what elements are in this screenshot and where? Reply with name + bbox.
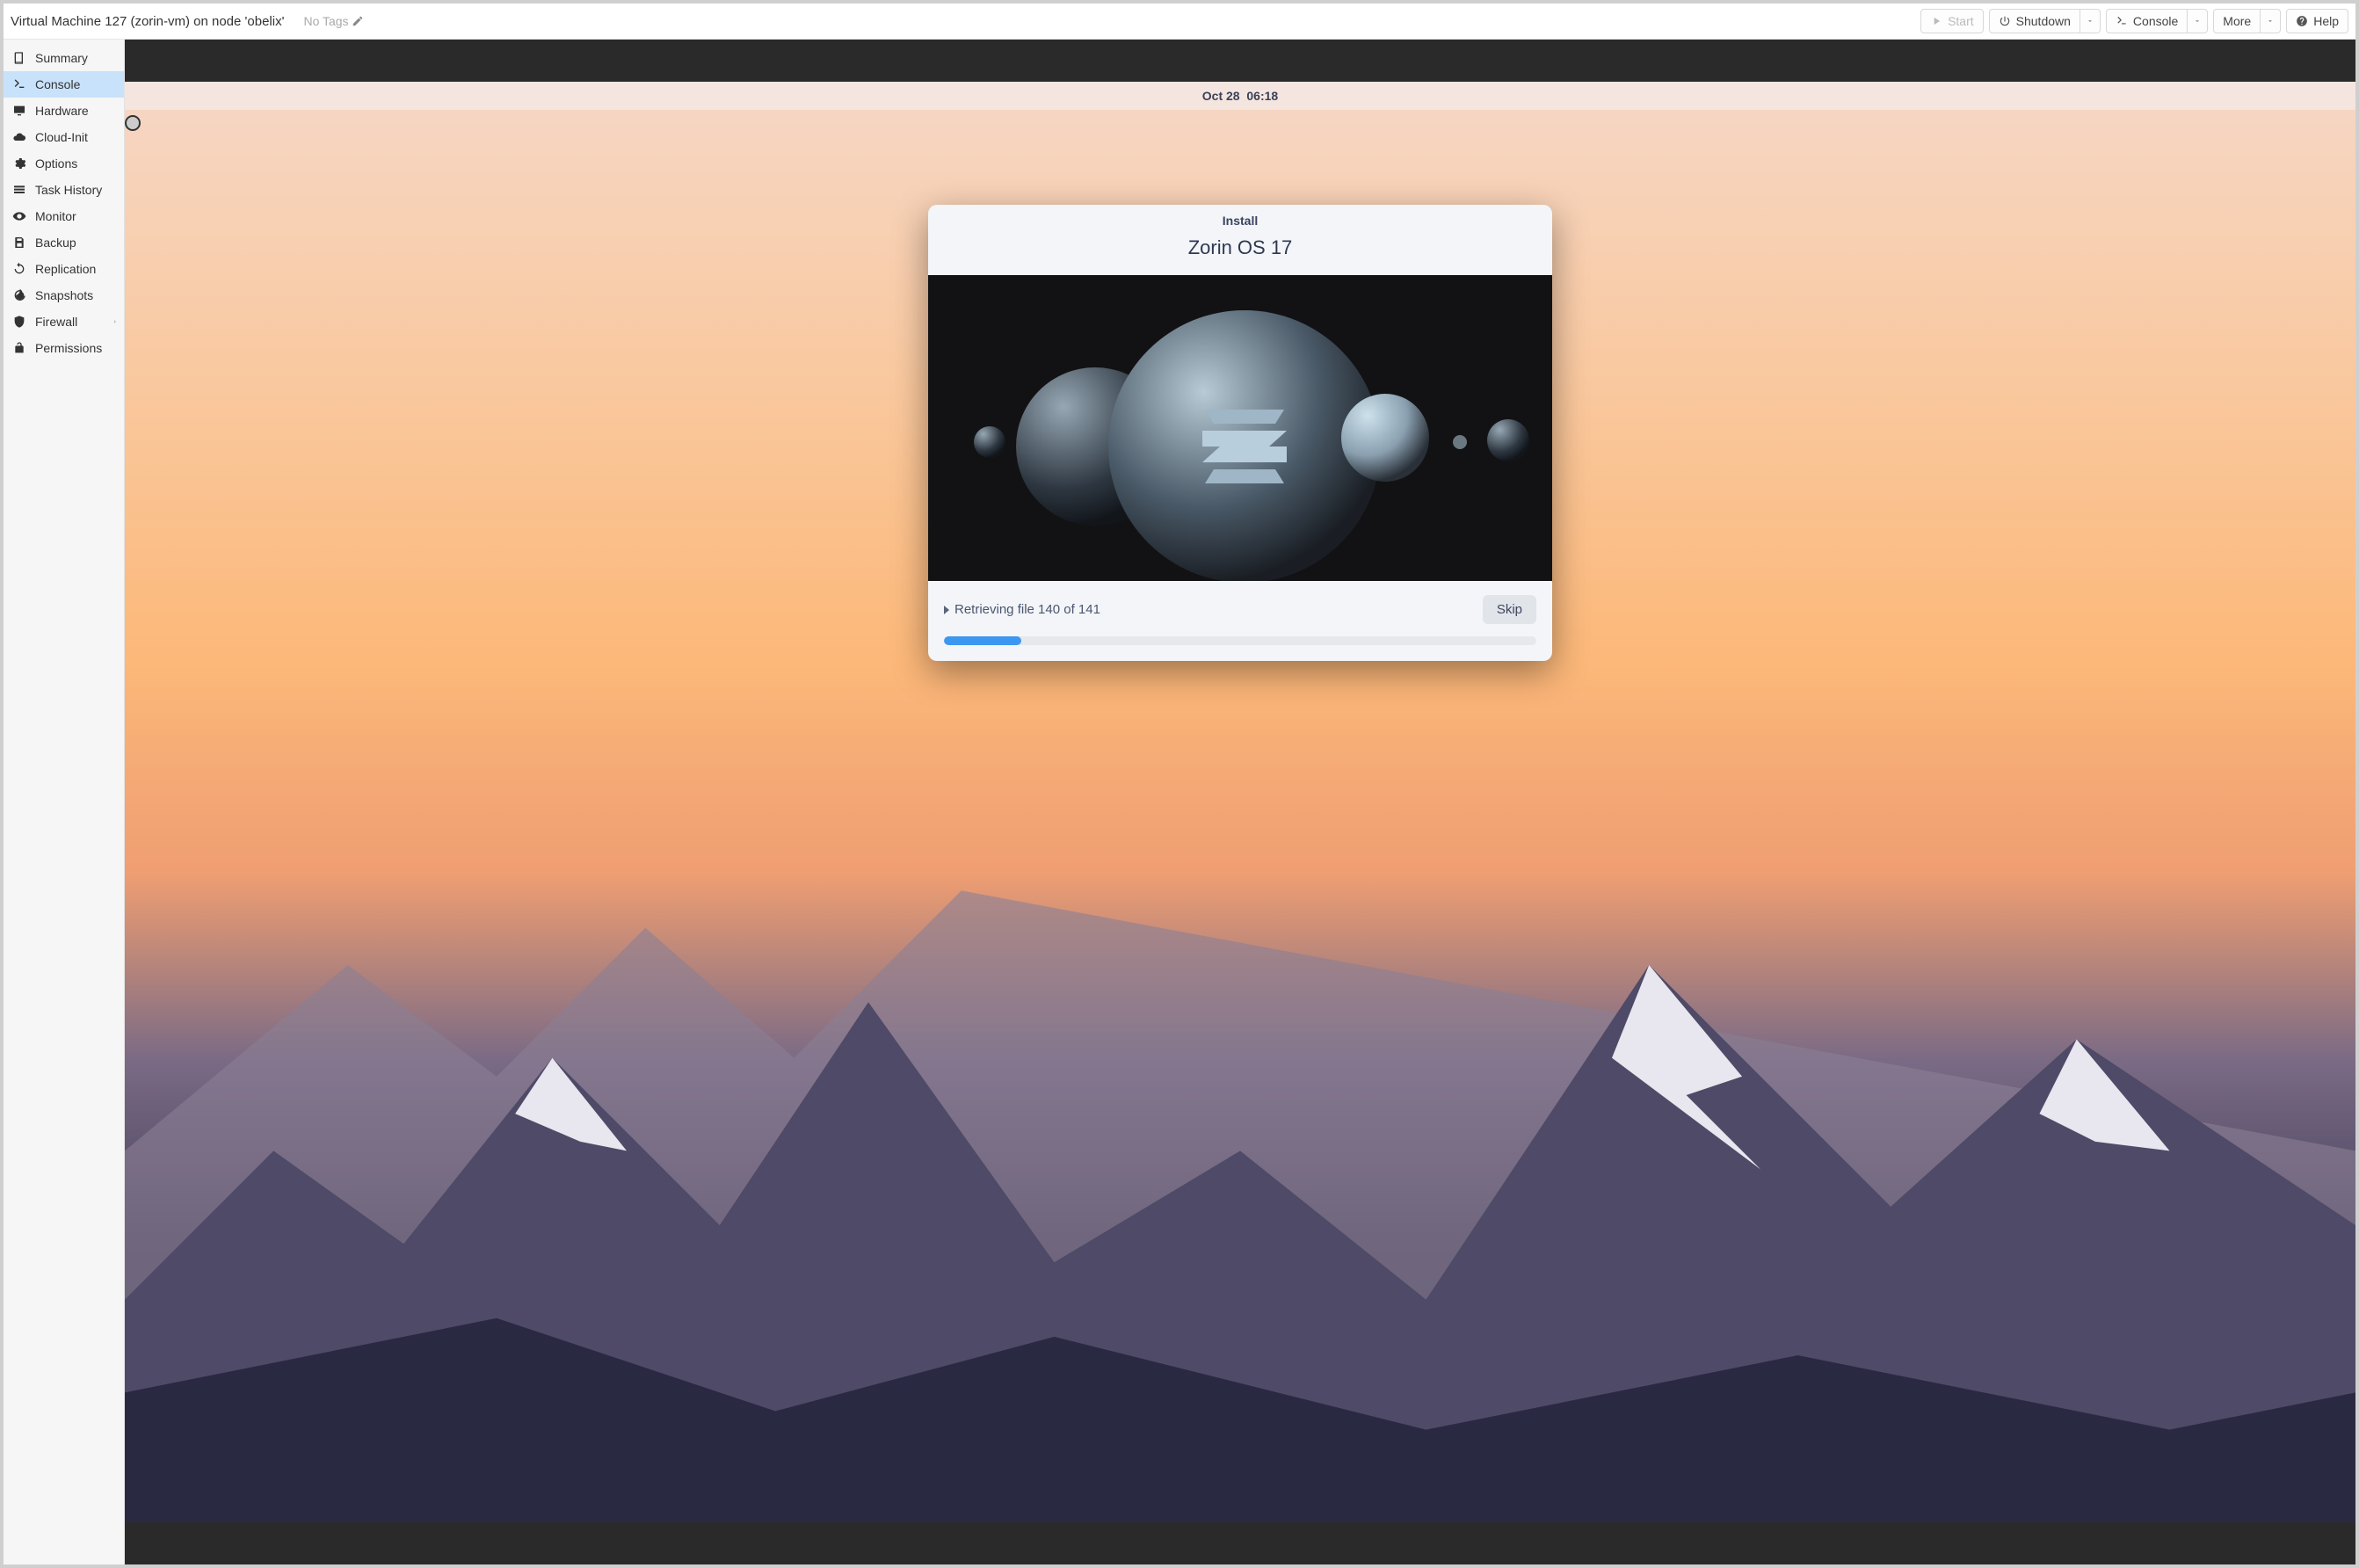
- sidebar-item-label: Console: [35, 77, 80, 91]
- body: Summary Console Hardware Cloud-Init Opti…: [4, 40, 2355, 1564]
- sidebar-item-options[interactable]: Options: [4, 150, 124, 177]
- install-hero-image: [928, 275, 1552, 581]
- install-os-title: Zorin OS 17: [928, 233, 1552, 275]
- more-label: More: [2223, 14, 2251, 28]
- console-dropdown[interactable]: [2188, 9, 2208, 33]
- header-right: Start Shutdown Console: [1920, 9, 2348, 33]
- monitor-icon: [12, 104, 26, 118]
- chevron-down-icon: [2266, 17, 2275, 25]
- install-dialog: Install Zorin OS 17: [928, 205, 1552, 661]
- chevron-down-icon: [2193, 17, 2202, 25]
- sidebar-item-task-history[interactable]: Task History: [4, 177, 124, 203]
- sidebar-item-console[interactable]: Console: [4, 71, 124, 98]
- header-left: Virtual Machine 127 (zorin-vm) on node '…: [11, 14, 364, 29]
- help-button[interactable]: Help: [2286, 9, 2348, 33]
- help-label: Help: [2313, 14, 2339, 28]
- install-progress-bar: [944, 636, 1536, 645]
- book-icon: [12, 51, 26, 65]
- topbar-time: 06:18: [1246, 89, 1278, 103]
- sidebar-item-firewall[interactable]: Firewall: [4, 309, 124, 335]
- more-split-button: More: [2213, 9, 2281, 33]
- topbar-date: Oct 28: [1202, 89, 1240, 103]
- disclosure-triangle-icon: [944, 606, 949, 614]
- mountains-background: [125, 658, 2355, 1522]
- sidebar-item-label: Permissions: [35, 341, 102, 355]
- sidebar-item-label: Hardware: [35, 104, 89, 118]
- more-button[interactable]: More: [2213, 9, 2261, 33]
- unlock-icon: [12, 341, 26, 355]
- list-icon: [12, 183, 26, 197]
- guest-desktop: Oct 28 06:18 Install Zorin OS 17: [125, 82, 2355, 1522]
- power-icon: [1999, 15, 2011, 27]
- pencil-icon: [352, 15, 364, 27]
- more-dropdown[interactable]: [2261, 9, 2281, 33]
- start-button: Start: [1920, 9, 1984, 33]
- shutdown-label: Shutdown: [2016, 14, 2071, 28]
- help-icon: [2296, 15, 2308, 27]
- desktop-topbar: Oct 28 06:18: [125, 82, 2355, 110]
- sidebar: Summary Console Hardware Cloud-Init Opti…: [4, 40, 125, 1564]
- start-label: Start: [1948, 14, 1974, 28]
- sidebar-item-label: Snapshots: [35, 288, 93, 302]
- chevron-down-icon: [2086, 17, 2094, 25]
- sidebar-item-label: Replication: [35, 262, 96, 276]
- install-status-text: Retrieving file 140 of 141: [954, 602, 1100, 617]
- sidebar-item-backup[interactable]: Backup: [4, 229, 124, 256]
- sidebar-item-label: Task History: [35, 183, 102, 197]
- console-split-button: Console: [2106, 9, 2208, 33]
- cloud-icon: [12, 130, 26, 144]
- sidebar-item-label: Firewall: [35, 315, 77, 329]
- shutdown-split-button: Shutdown: [1989, 9, 2101, 33]
- sidebar-item-label: Summary: [35, 51, 88, 65]
- console-label: Console: [2133, 14, 2178, 28]
- sidebar-item-label: Backup: [35, 236, 76, 250]
- terminal-icon: [2116, 15, 2128, 27]
- install-status[interactable]: Retrieving file 140 of 141: [944, 602, 1476, 617]
- play-icon: [1930, 15, 1942, 27]
- save-icon: [12, 236, 26, 250]
- sidebar-item-snapshots[interactable]: Snapshots: [4, 282, 124, 309]
- sidebar-item-cloud-init[interactable]: Cloud-Init: [4, 124, 124, 150]
- tags-area[interactable]: No Tags: [303, 14, 363, 28]
- console-area[interactable]: Oct 28 06:18 Install Zorin OS 17: [125, 40, 2355, 1564]
- page-title: Virtual Machine 127 (zorin-vm) on node '…: [11, 14, 284, 29]
- zorin-logo-icon: [1202, 410, 1287, 483]
- sidebar-item-hardware[interactable]: Hardware: [4, 98, 124, 124]
- sidebar-item-replication[interactable]: Replication: [4, 256, 124, 282]
- gear-icon: [12, 156, 26, 171]
- terminal-icon: [12, 77, 26, 91]
- eye-icon: [12, 209, 26, 223]
- header: Virtual Machine 127 (zorin-vm) on node '…: [4, 4, 2355, 40]
- corner-emblem: [125, 115, 141, 131]
- sidebar-item-monitor[interactable]: Monitor: [4, 203, 124, 229]
- sidebar-item-label: Cloud-Init: [35, 130, 88, 144]
- sidebar-item-summary[interactable]: Summary: [4, 45, 124, 71]
- app-frame: Virtual Machine 127 (zorin-vm) on node '…: [3, 3, 2356, 1565]
- install-footer: Retrieving file 140 of 141 Skip: [928, 581, 1552, 636]
- shutdown-dropdown[interactable]: [2080, 9, 2101, 33]
- sidebar-item-permissions[interactable]: Permissions: [4, 335, 124, 361]
- shutdown-button[interactable]: Shutdown: [1989, 9, 2080, 33]
- sidebar-item-label: Monitor: [35, 209, 76, 223]
- install-progress-fill: [944, 636, 1021, 645]
- skip-button[interactable]: Skip: [1483, 595, 1536, 624]
- sync-icon: [12, 262, 26, 276]
- no-tags-label: No Tags: [303, 14, 348, 28]
- history-icon: [12, 288, 26, 302]
- chevron-right-icon: [112, 318, 119, 325]
- install-window-title: Install: [928, 205, 1552, 233]
- console-button[interactable]: Console: [2106, 9, 2188, 33]
- shield-icon: [12, 315, 26, 329]
- sidebar-item-label: Options: [35, 156, 77, 171]
